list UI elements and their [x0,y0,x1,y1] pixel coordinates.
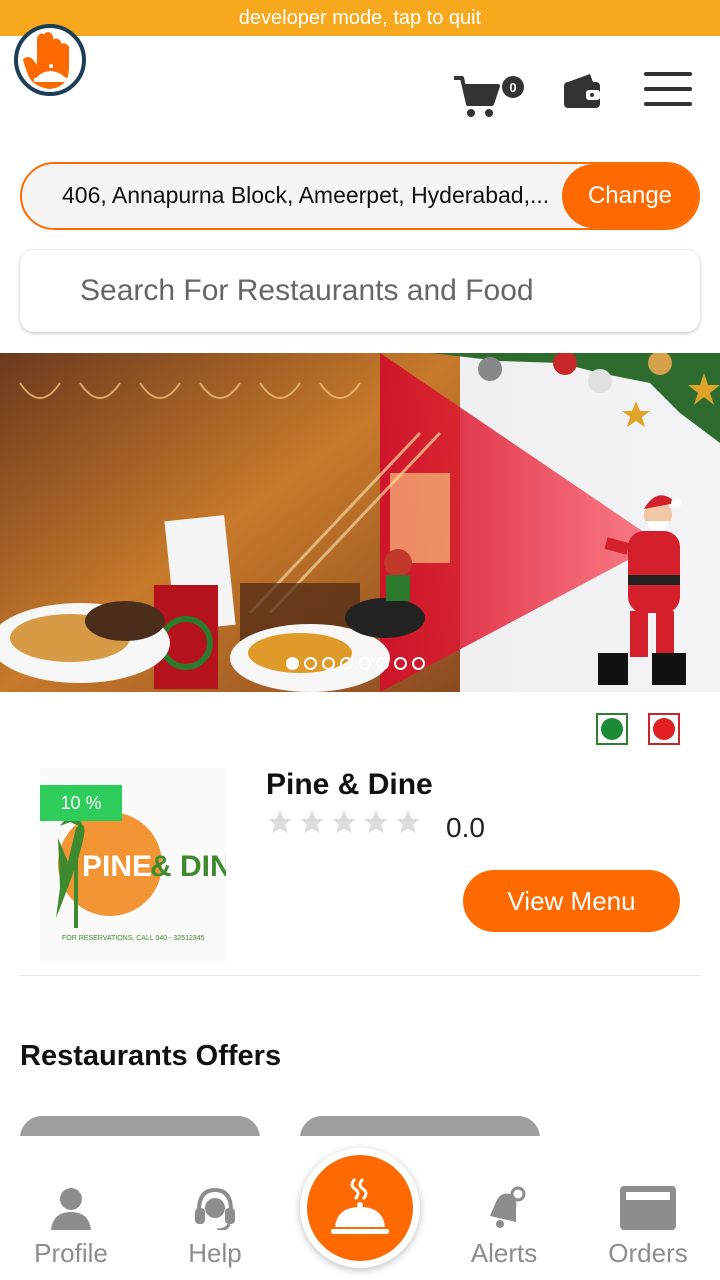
banner-dot[interactable] [286,657,299,670]
nav-label-orders: Orders [608,1238,688,1268]
wallet-icon[interactable] [562,72,602,112]
veg-indicator-icon [601,718,623,740]
nav-item-help[interactable]: Help [150,1186,280,1280]
nonveg-indicator-icon [653,718,675,740]
nav-label-profile: Profile [34,1238,108,1268]
delivery-address-bar[interactable]: 406, Annapurna Block, Ameerpet, Hyderaba… [20,162,700,230]
restaurant-card[interactable]: PINE & DINE FOR RESERVATIONS, CALL 040 -… [20,760,700,976]
cart-icon[interactable] [452,72,500,120]
logo-text-dine: & DINE [150,850,226,883]
star-icon [396,810,420,834]
nav-item-alerts[interactable]: Alerts [439,1186,569,1280]
rating-stars [266,808,422,836]
offers-section-title: Restaurants Offers [20,1040,282,1072]
headset-icon [195,1187,235,1230]
discount-badge: 10 % [40,785,122,821]
banner-dot[interactable] [394,657,407,670]
logo-text-pine: PINE [82,850,152,883]
bell-icon [490,1186,526,1228]
star-icon [364,810,388,834]
cloche-icon [331,1177,389,1234]
cart-count-badge: 0 [502,76,524,98]
hand-cloche-icon[interactable] [14,22,88,98]
search-input[interactable] [20,250,700,332]
restaurant-name[interactable]: Pine & Dine [266,768,433,802]
banner-dot[interactable] [376,657,389,670]
hamburger-menu-icon[interactable] [644,72,692,106]
developer-mode-bar[interactable]: developer mode, tap to quit [0,0,720,36]
center-order-button[interactable] [300,1148,420,1268]
banner-dot[interactable] [304,657,317,670]
banner-image [0,353,720,692]
person-icon [51,1188,91,1230]
banner-dot[interactable] [340,657,353,670]
delivery-address-text: 406, Annapurna Block, Ameerpet, Hyderaba… [62,182,550,208]
banner-dot[interactable] [322,657,335,670]
nav-label-help: Help [188,1238,242,1268]
bottom-navigation: Profile Help Alerts Orders [0,1136,720,1280]
promo-banner[interactable] [0,353,720,692]
search-box [20,250,700,332]
change-address-button[interactable]: Change [562,164,698,228]
nonveg-filter-toggle[interactable] [648,713,680,745]
veg-filter-toggle[interactable] [596,713,628,745]
nav-item-profile[interactable]: Profile [6,1186,136,1280]
view-menu-button[interactable]: View Menu [463,870,680,932]
nav-item-orders[interactable]: Orders [583,1186,713,1280]
banner-pagination [286,657,425,670]
star-icon [300,810,324,834]
app-header [0,36,720,156]
star-icon [332,810,356,834]
rating-value: 0.0 [446,812,485,843]
orders-icon [620,1186,676,1230]
star-icon [268,810,292,834]
logo-footer-text: FOR RESERVATIONS, CALL 040 - 32512345 [62,935,205,942]
nav-label-alerts: Alerts [470,1238,538,1268]
developer-mode-label: developer mode, tap to quit [238,6,482,29]
banner-dot[interactable] [412,657,425,670]
banner-dot[interactable] [358,657,371,670]
